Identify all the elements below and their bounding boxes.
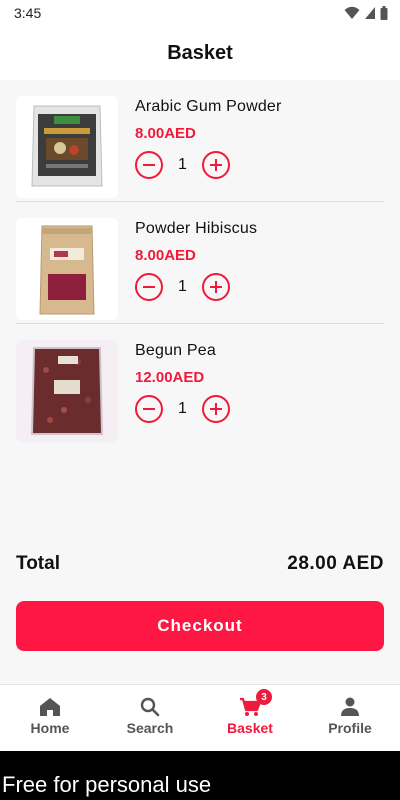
minus-icon xyxy=(143,408,155,410)
minus-icon xyxy=(143,286,155,288)
minus-icon xyxy=(143,164,155,166)
bottom-nav: Home Search 3 Basket Profile xyxy=(0,684,400,751)
app-header: Basket xyxy=(0,26,400,80)
quantity-value: 1 xyxy=(178,156,187,173)
nav-item-search[interactable]: Search xyxy=(100,685,200,751)
nav-item-home[interactable]: Home xyxy=(0,685,100,751)
product-package-kraft-icon xyxy=(16,218,118,320)
cart-count-badge: 3 xyxy=(256,689,272,705)
wifi-icon xyxy=(344,6,360,19)
nav-label: Home xyxy=(30,720,70,736)
decrease-quantity-button[interactable] xyxy=(135,151,163,179)
watermark-bar: Free for personal use xyxy=(0,751,400,800)
cart-item: Begun Pea 12.00AED 1 xyxy=(0,324,400,446)
product-image[interactable] xyxy=(16,218,118,320)
cart-item: Arabic Gum Powder 8.00AED 1 xyxy=(0,80,400,202)
status-icons xyxy=(344,6,388,20)
product-package-dark-icon xyxy=(16,96,118,198)
page-title: Basket xyxy=(167,41,233,64)
quantity-value: 1 xyxy=(178,400,187,417)
signal-icon xyxy=(365,7,375,19)
decrease-quantity-button[interactable] xyxy=(135,395,163,423)
nav-item-basket[interactable]: 3 Basket xyxy=(200,685,300,751)
plus-icon xyxy=(210,281,222,293)
nav-label: Search xyxy=(126,720,174,736)
status-time: 3:45 xyxy=(14,5,42,21)
nav-label: Profile xyxy=(328,720,372,736)
product-price: 8.00AED xyxy=(135,247,196,264)
plus-icon xyxy=(210,159,222,171)
increase-quantity-button[interactable] xyxy=(202,151,230,179)
decrease-quantity-button[interactable] xyxy=(135,273,163,301)
product-price: 12.00AED xyxy=(135,369,205,386)
cart-list: Arabic Gum Powder 8.00AED 1 Powder Hibis… xyxy=(0,80,400,446)
quantity-stepper: 1 xyxy=(135,273,230,301)
quantity-value: 1 xyxy=(178,278,187,295)
product-name: Begun Pea xyxy=(135,342,216,359)
quantity-stepper: 1 xyxy=(135,395,230,423)
product-bag-clear-icon xyxy=(16,340,118,442)
watermark-text: Free for personal use xyxy=(2,772,212,797)
home-icon xyxy=(40,698,60,716)
total-label: Total xyxy=(16,553,60,574)
status-bar: 3:45 xyxy=(0,0,400,26)
product-image[interactable] xyxy=(16,96,118,198)
increase-quantity-button[interactable] xyxy=(202,395,230,423)
cart-item: Powder Hibiscus 8.00AED 1 xyxy=(0,202,400,324)
plus-icon xyxy=(210,403,222,415)
increase-quantity-button[interactable] xyxy=(202,273,230,301)
nav-item-profile[interactable]: Profile xyxy=(300,685,400,751)
total-row: Total 28.00 AED xyxy=(16,553,384,575)
product-name: Arabic Gum Powder xyxy=(135,98,282,115)
search-icon xyxy=(140,697,160,717)
battery-icon xyxy=(380,6,388,20)
person-icon xyxy=(341,697,359,716)
total-value: 28.00 AED xyxy=(287,553,384,574)
product-name: Powder Hibiscus xyxy=(135,220,258,237)
product-price: 8.00AED xyxy=(135,125,196,142)
checkout-button[interactable]: Checkout xyxy=(16,601,384,651)
product-image[interactable] xyxy=(16,340,118,442)
nav-label: Basket xyxy=(227,720,273,736)
quantity-stepper: 1 xyxy=(135,151,230,179)
